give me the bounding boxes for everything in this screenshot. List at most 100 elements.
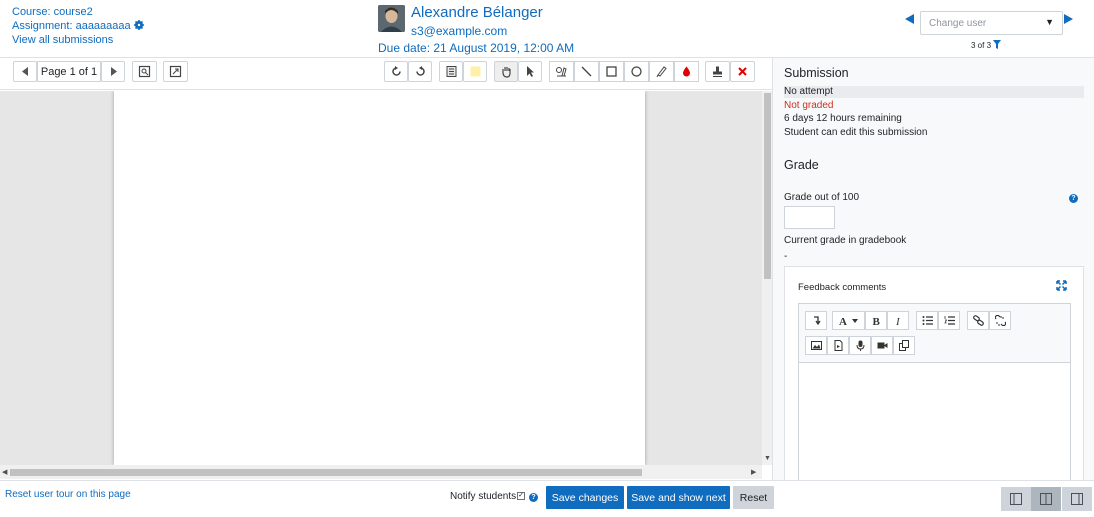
numbered-list-icon: [943, 316, 955, 325]
pen-tool-button[interactable]: [649, 61, 674, 82]
delete-annotation-button[interactable]: [730, 61, 755, 82]
rotate-left-button[interactable]: [384, 61, 408, 82]
comment-icon: [446, 66, 456, 77]
horizontal-scrollbar-thumb[interactable]: [10, 469, 642, 476]
filter-icon[interactable]: [993, 40, 1002, 49]
link-button[interactable]: [967, 311, 989, 330]
time-remaining: 6 days 12 hours remaining: [784, 113, 902, 124]
submission-heading: Submission: [784, 66, 849, 80]
layout-default-button[interactable]: [1031, 487, 1061, 511]
line-tool-button[interactable]: [574, 61, 599, 82]
pen-icon: [656, 66, 667, 78]
notify-students-checkbox[interactable]: ✓: [517, 492, 525, 500]
expand-comments-button[interactable]: [163, 61, 188, 82]
font-style-icon: A: [839, 316, 858, 326]
comment-search-icon: [138, 65, 151, 78]
previous-page-button[interactable]: [13, 61, 37, 82]
oval-tool-button[interactable]: [624, 61, 649, 82]
next-page-button[interactable]: [101, 61, 125, 82]
user-count: 3 of 3: [971, 40, 1002, 50]
user-name-link[interactable]: Alexandre Bélanger: [411, 4, 543, 21]
show-more-icon: [813, 316, 821, 326]
user-email-link[interactable]: s3@example.com: [411, 24, 507, 38]
rectangle-icon: [606, 66, 617, 77]
red-drop-icon: [683, 66, 690, 77]
grading-status: Not graded: [784, 100, 834, 111]
user-count-text: 3 of 3: [971, 41, 992, 50]
pdf-page-canvas[interactable]: [114, 91, 645, 465]
stamp-pen-tool-button[interactable]: [549, 61, 574, 82]
toolbar-toggle-button[interactable]: [805, 311, 827, 330]
rotate-right-button[interactable]: [408, 61, 432, 82]
expand-icon[interactable]: [1056, 280, 1067, 291]
assignment-link[interactable]: Assignment: aaaaaaaaa: [12, 20, 131, 32]
help-icon[interactable]: ?: [529, 493, 538, 502]
user-avatar: [378, 5, 405, 32]
insert-image-button[interactable]: [805, 336, 827, 355]
caret-down-icon: ▼: [1045, 17, 1054, 27]
unlink-icon: [994, 315, 1006, 326]
layout-split-icon: [1040, 493, 1052, 505]
layout-collapse-grade-panel-button[interactable]: [1001, 487, 1031, 511]
assignment-line: Assignment: aaaaaaaaa: [12, 20, 144, 32]
view-all-submissions-link[interactable]: View all submissions: [12, 34, 113, 46]
rotate-left-icon: [391, 66, 401, 76]
next-user-arrow-icon[interactable]: [1064, 14, 1073, 24]
help-icon[interactable]: ?: [1069, 194, 1078, 203]
attempt-status: No attempt: [784, 86, 833, 97]
select-tool-button[interactable]: [518, 61, 542, 82]
horizontal-scrollbar[interactable]: ◀ ▶: [0, 465, 762, 479]
current-grade-value: -: [784, 251, 788, 262]
reset-user-tour-link[interactable]: Reset user tour on this page: [5, 489, 131, 500]
scroll-right-arrow-icon[interactable]: ▶: [751, 468, 756, 476]
change-user-placeholder: Change user: [929, 18, 987, 29]
due-date: Due date: 21 August 2019, 12:00 AM: [378, 41, 575, 55]
comment-colour-button[interactable]: [439, 61, 463, 82]
stamp-icon: [713, 66, 722, 77]
italic-button[interactable]: I: [887, 311, 909, 330]
rectangle-tool-button[interactable]: [599, 61, 624, 82]
unordered-list-button[interactable]: [916, 311, 938, 330]
comment-colour-yellow-button[interactable]: [463, 61, 487, 82]
layout-right-icon: [1071, 493, 1083, 505]
scroll-down-arrow-icon[interactable]: ▼: [764, 455, 771, 462]
bold-button[interactable]: B: [865, 311, 887, 330]
record-video-button[interactable]: [871, 336, 893, 355]
pan-tool-button[interactable]: [494, 61, 518, 82]
grade-out-of-label: Grade out of 100: [784, 192, 860, 203]
save-changes-button[interactable]: Save changes: [546, 486, 624, 509]
microphone-icon: [856, 340, 864, 351]
manage-files-button[interactable]: [893, 336, 915, 355]
reset-button[interactable]: Reset: [733, 486, 774, 509]
page-select[interactable]: Page 1 of 1: [37, 61, 101, 82]
current-grade-label: Current grade in gradebook: [784, 235, 907, 246]
insert-media-button[interactable]: [827, 336, 849, 355]
course-link[interactable]: Course: course2: [12, 6, 93, 18]
stamp-tool-button[interactable]: [705, 61, 730, 82]
gear-icon[interactable]: [133, 20, 144, 30]
scroll-left-arrow-icon[interactable]: ◀: [2, 468, 7, 476]
notify-students-label: Notify students: [450, 491, 517, 502]
svg-text:I: I: [895, 316, 901, 326]
record-audio-button[interactable]: [849, 336, 871, 355]
italic-icon: I: [895, 316, 901, 326]
font-style-button[interactable]: A: [832, 311, 865, 330]
svg-text:B: B: [872, 316, 880, 326]
cursor-arrow-icon: [526, 66, 534, 77]
annotation-colour-red-button[interactable]: [674, 61, 699, 82]
line-icon: [581, 66, 592, 77]
layout-collapse-review-panel-button[interactable]: [1062, 487, 1092, 511]
vertical-scrollbar[interactable]: ▼: [762, 91, 772, 465]
comment-expand-icon: [169, 65, 182, 78]
save-and-show-next-button[interactable]: Save and show next: [627, 486, 730, 509]
change-user-select[interactable]: Change user ▼: [920, 11, 1063, 35]
unlink-button[interactable]: [989, 311, 1011, 330]
grade-input[interactable]: [784, 206, 835, 229]
feedback-comments-editor-area[interactable]: [799, 362, 1070, 480]
yellow-swatch-icon: [470, 66, 480, 77]
ordered-list-button[interactable]: [938, 311, 960, 330]
search-comments-button[interactable]: [132, 61, 157, 82]
vertical-scrollbar-thumb[interactable]: [764, 93, 771, 279]
media-file-icon: [834, 340, 842, 351]
previous-user-arrow-icon[interactable]: [905, 14, 914, 24]
